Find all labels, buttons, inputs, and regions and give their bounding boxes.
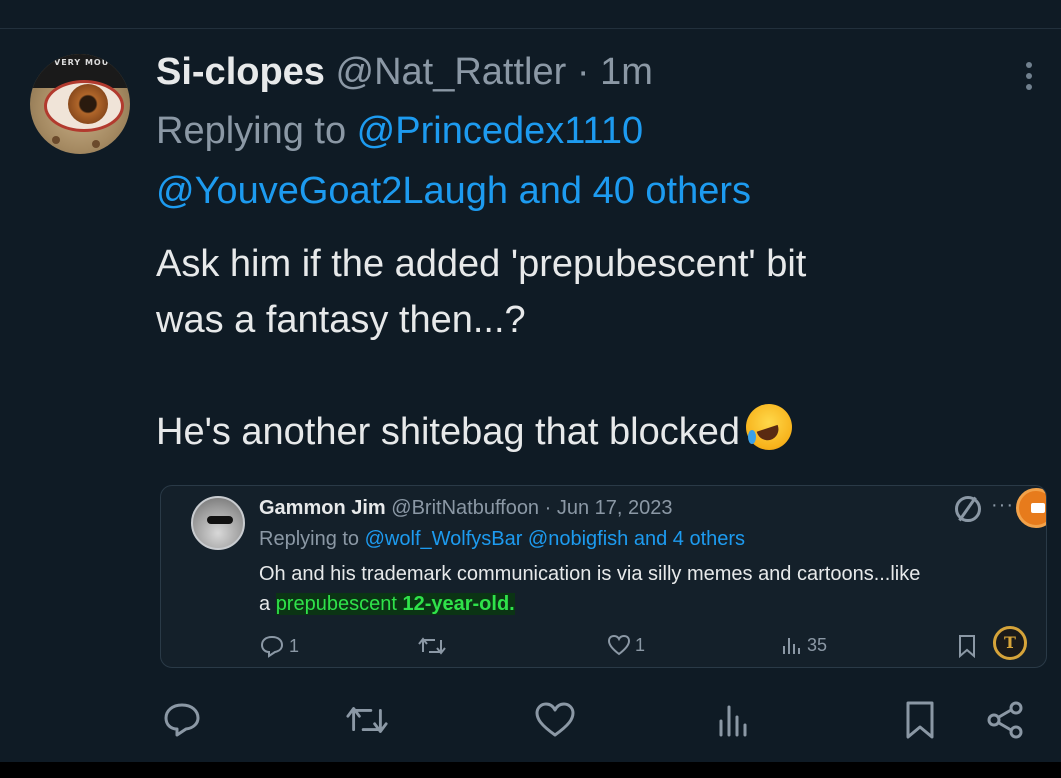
bookmark-icon bbox=[906, 701, 934, 739]
quoted-tweet-card[interactable]: Gammon Jim @BritNatbuffoon · Jun 17, 202… bbox=[160, 485, 1047, 668]
replying-others-link[interactable]: 40 others bbox=[593, 170, 751, 212]
bottom-system-bar bbox=[0, 762, 1061, 778]
share-button[interactable] bbox=[984, 698, 1028, 742]
more-options-icon[interactable] bbox=[1014, 58, 1044, 94]
quoted-like-button[interactable]: 1 bbox=[607, 634, 645, 656]
replying-to-link[interactable]: @Princedex1110 bbox=[357, 110, 643, 152]
quoted-tweet-text: Oh and his trademark communication is vi… bbox=[259, 559, 1039, 619]
highlighted-text: prepubescent bbox=[275, 593, 403, 615]
heart-icon bbox=[535, 702, 575, 737]
like-button[interactable] bbox=[533, 698, 577, 742]
separator: · bbox=[576, 51, 590, 93]
views-button[interactable] bbox=[712, 698, 756, 742]
quoted-text-part: a bbox=[259, 593, 276, 615]
reply-icon bbox=[260, 635, 284, 658]
quoted-views-count: 35 bbox=[807, 634, 828, 655]
quoted-action-bar: 1 1 35 bbox=[259, 634, 1029, 664]
avatar-cap-text: VERY MOU bbox=[54, 58, 110, 67]
heart-icon bbox=[607, 634, 631, 656]
quoted-replying-to: Replying to @wolf_WolfysBar @nobigfish a… bbox=[259, 526, 745, 552]
screen-record-icon[interactable] bbox=[1016, 488, 1046, 528]
avatar[interactable]: VERY MOU bbox=[30, 54, 130, 154]
replying-to-link[interactable]: @YouveGoat2Laugh bbox=[156, 170, 508, 212]
tweet-text-spacer bbox=[156, 348, 996, 404]
replying-and: and bbox=[508, 170, 593, 212]
bookmark-icon bbox=[959, 635, 975, 658]
views-icon bbox=[783, 638, 800, 654]
quoted-date[interactable]: Jun 17, 2023 bbox=[557, 497, 673, 519]
avatar-iris bbox=[68, 84, 108, 124]
quoted-replying-links[interactable]: @wolf_WolfysBar @nobigfish and 4 others bbox=[365, 528, 745, 550]
views-icon bbox=[719, 705, 747, 737]
quoted-author-name[interactable]: Gammon Jim bbox=[259, 497, 386, 519]
highlighted-text-bold: 12-year-old. bbox=[402, 593, 515, 615]
reply-button[interactable] bbox=[160, 698, 204, 742]
separator: · bbox=[544, 497, 552, 519]
replying-to-label: Replying to bbox=[156, 110, 357, 152]
quoted-retweet-button[interactable] bbox=[417, 634, 447, 658]
replying-to-line-2[interactable]: @YouveGoat2Laugh and 40 others bbox=[156, 170, 751, 212]
quoted-text-line-2: a prepubescent 12-year-old. bbox=[259, 589, 1039, 619]
avatar-spot bbox=[92, 140, 100, 148]
tweet-text: Ask him if the added 'prepubescent' bit … bbox=[156, 236, 996, 460]
author-handle[interactable]: @Nat_Rattler bbox=[336, 51, 567, 93]
quoted-reply-count: 1 bbox=[289, 635, 300, 656]
quoted-like-count: 1 bbox=[635, 634, 646, 655]
tweet-text-line-last: He's another shitebag that blocked bbox=[156, 404, 996, 460]
quoted-replying-label: Replying to bbox=[259, 528, 365, 550]
retweet-icon bbox=[418, 637, 446, 655]
timestamp[interactable]: 1m bbox=[600, 51, 653, 93]
author-name[interactable]: Si-clopes bbox=[156, 51, 325, 93]
coin-icon[interactable]: T bbox=[993, 626, 1027, 660]
reply-icon bbox=[164, 703, 200, 737]
tweet-text-line: Ask him if the added 'prepubescent' bit bbox=[156, 243, 807, 285]
tweet-text-line: He's another shitebag that blocked bbox=[156, 411, 740, 453]
tweet-action-bar bbox=[0, 698, 1061, 742]
top-divider bbox=[0, 28, 1061, 29]
quoted-text-line: Oh and his trademark communication is vi… bbox=[259, 563, 921, 585]
quoted-tweet-header: Gammon Jim @BritNatbuffoon · Jun 17, 202… bbox=[259, 495, 673, 521]
quoted-reply-button[interactable]: 1 bbox=[259, 634, 299, 658]
avatar-spot bbox=[52, 136, 60, 144]
grok-icon[interactable] bbox=[955, 496, 981, 522]
retweet-button[interactable] bbox=[345, 698, 389, 742]
replying-to-line: Replying to @Princedex1110 bbox=[156, 110, 643, 152]
rolling-on-floor-laughing-emoji-icon bbox=[745, 404, 792, 450]
quoted-avatar[interactable] bbox=[191, 496, 245, 550]
tweet-header: Si-clopes @Nat_Rattler · 1m bbox=[156, 50, 653, 94]
retweet-icon bbox=[346, 707, 388, 733]
quoted-views-button[interactable]: 35 bbox=[781, 634, 827, 656]
share-icon bbox=[987, 701, 1023, 739]
quoted-bookmark-button[interactable] bbox=[957, 634, 977, 658]
bookmark-button[interactable] bbox=[898, 698, 942, 742]
quoted-more-icon[interactable]: ··· bbox=[991, 494, 1014, 517]
tweet-text-line: was a fantasy then...? bbox=[156, 299, 526, 341]
quoted-author-handle[interactable]: @BritNatbuffoon bbox=[391, 497, 539, 519]
